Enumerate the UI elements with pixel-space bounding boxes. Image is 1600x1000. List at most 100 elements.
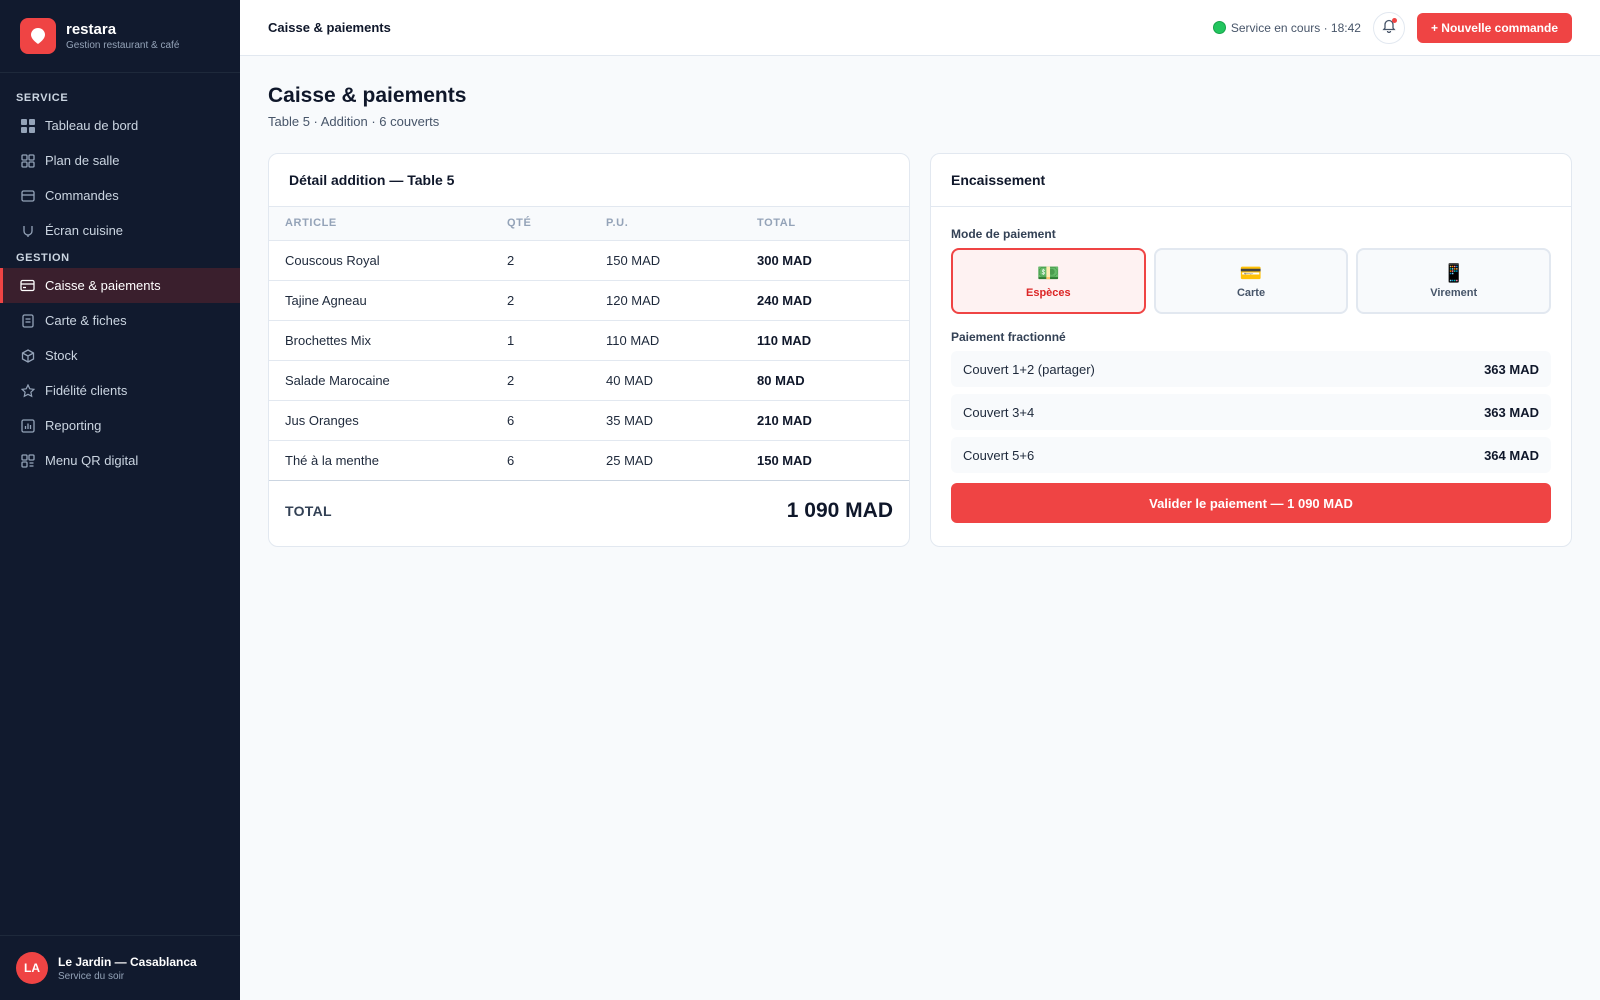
bill-table-header: ARTICLE QTÉ P.U. TOTAL bbox=[269, 207, 909, 241]
chart-icon bbox=[20, 418, 35, 433]
layout-icon bbox=[20, 153, 35, 168]
sidebar-item-label: Tableau de bord bbox=[45, 118, 139, 133]
sidebar-item-label: Stock bbox=[45, 348, 78, 363]
article-cell: Jus Oranges bbox=[269, 400, 507, 441]
validate-payment-button[interactable]: Valider le paiement — 1 090 MAD bbox=[951, 483, 1551, 523]
split-amount: 363 MAD bbox=[1484, 404, 1539, 420]
mobile-phone-icon: 📱 bbox=[1442, 263, 1465, 283]
sidebar-item-menu-qr-digital[interactable]: Menu QR digital bbox=[0, 443, 240, 478]
column-header-article: ARTICLE bbox=[269, 207, 507, 241]
sidebar-item-label: Commandes bbox=[45, 188, 119, 203]
topbar-title: Caisse & paiements bbox=[268, 20, 391, 35]
unit-price-cell: 40 MAD bbox=[606, 360, 757, 401]
sidebar-item-plan-de-salle[interactable]: Plan de salle bbox=[0, 143, 240, 178]
table-row[interactable]: Jus Oranges 6 35 MAD 210 MAD bbox=[269, 400, 909, 441]
sidebar-item-label: Écran cuisine bbox=[45, 223, 124, 238]
sidebar-item-ecran-cuisine[interactable]: Écran cuisine bbox=[0, 213, 240, 248]
unit-price-cell: 35 MAD bbox=[606, 400, 757, 441]
sidebar-item-carte-fiches[interactable]: Carte & fiches bbox=[0, 303, 240, 338]
avatar: LA bbox=[16, 952, 48, 984]
table-row[interactable]: Couscous Royal 2 150 MAD 300 MAD bbox=[269, 240, 909, 281]
pot-icon bbox=[20, 223, 35, 238]
sidebar-item-tableau-de-bord[interactable]: Tableau de bord bbox=[0, 108, 240, 143]
restaurant-name: Le Jardin — Casablanca bbox=[58, 954, 197, 969]
sidebar-item-label: Fidélité clients bbox=[45, 383, 128, 398]
payment-mode-label: Carte bbox=[1236, 287, 1266, 299]
split-row[interactable]: Couvert 5+6 364 MAD bbox=[951, 437, 1551, 473]
bill-total-label: TOTAL bbox=[285, 502, 332, 519]
credit-card-icon: 💳 bbox=[1239, 263, 1263, 283]
restaurant-switcher[interactable]: LA Le Jardin — Casablanca Service du soi… bbox=[0, 935, 240, 1000]
payment-mode-especes[interactable]: 💵 Espèces bbox=[951, 248, 1146, 314]
split-row[interactable]: Couvert 1+2 (partager) 363 MAD bbox=[951, 351, 1551, 387]
split-amount: 364 MAD bbox=[1484, 447, 1539, 463]
sidebar: restara Gestion restaurant & café SERVIC… bbox=[0, 0, 240, 1000]
qty-cell: 2 bbox=[507, 360, 606, 401]
unit-price-cell: 120 MAD bbox=[606, 280, 757, 321]
page-title: Caisse & paiements bbox=[268, 84, 467, 107]
table-row[interactable]: Brochettes Mix 1 110 MAD 110 MAD bbox=[269, 320, 909, 361]
sidebar-item-caisse-paiements[interactable]: Caisse & paiements bbox=[0, 268, 240, 303]
column-header-total: TOTAL bbox=[757, 207, 909, 241]
bill-total-row: TOTAL 1 090 MAD bbox=[269, 480, 909, 540]
line-total-cell: 150 MAD bbox=[757, 452, 812, 468]
unit-price-cell: 150 MAD bbox=[606, 240, 757, 281]
notifications-button[interactable] bbox=[1372, 11, 1405, 44]
inbox-icon bbox=[20, 188, 35, 203]
grid-icon bbox=[20, 118, 35, 133]
split-row[interactable]: Couvert 3+4 363 MAD bbox=[951, 394, 1551, 430]
qty-cell: 6 bbox=[507, 400, 606, 441]
document-icon bbox=[20, 313, 35, 328]
payment-mode-group: 💵 Espèces 💳 Carte 📱 Virement bbox=[951, 248, 1552, 314]
table-row[interactable]: Tajine Agneau 2 120 MAD 240 MAD bbox=[269, 280, 909, 321]
article-cell: Brochettes Mix bbox=[269, 320, 507, 361]
sidebar-item-reporting[interactable]: Reporting bbox=[0, 408, 240, 443]
nav-section-gestion: GESTION bbox=[16, 252, 70, 264]
article-cell: Couscous Royal bbox=[269, 240, 507, 281]
payment-mode-carte[interactable]: 💳 Carte bbox=[1153, 248, 1349, 314]
article-cell: Thé à la menthe bbox=[285, 452, 379, 468]
payment-mode-label: Virement bbox=[1430, 287, 1478, 299]
line-total-cell: 110 MAD bbox=[757, 320, 909, 361]
sidebar-item-fidelite-clients[interactable]: Fidélité clients bbox=[0, 373, 240, 408]
sidebar-item-label: Caisse & paiements bbox=[45, 278, 161, 293]
sidebar-item-label: Carte & fiches bbox=[45, 313, 127, 328]
payment-card-title: Encaissement bbox=[931, 154, 1571, 207]
unit-price-cell: 110 MAD bbox=[606, 320, 757, 361]
page-subtitle: Table 5 · Addition · 6 couverts bbox=[268, 114, 440, 129]
split-amount: 363 MAD bbox=[1484, 361, 1539, 377]
service-status: Service en cours · 18:42 bbox=[1212, 21, 1361, 35]
sidebar-item-label: Plan de salle bbox=[45, 153, 120, 168]
brand-tagline: Gestion restaurant & café bbox=[66, 40, 180, 51]
payment-mode-label: Mode de paiement bbox=[951, 227, 1056, 241]
box-icon bbox=[20, 348, 35, 363]
payment-card: Encaissement Mode de paiement 💵 Espèces … bbox=[930, 153, 1572, 547]
bill-card: Détail addition — Table 5 ARTICLE QTÉ P.… bbox=[268, 153, 910, 547]
line-total-cell: 240 MAD bbox=[757, 280, 909, 321]
line-total-cell: 300 MAD bbox=[757, 240, 909, 281]
status-dot-icon bbox=[1212, 21, 1226, 34]
line-total-cell: 210 MAD bbox=[757, 400, 909, 441]
split-label: Couvert 3+4 bbox=[963, 404, 1035, 420]
payment-mode-label: Espèces bbox=[1026, 287, 1071, 299]
bill-total-value: 1 090 MAD bbox=[786, 498, 893, 522]
sidebar-item-stock[interactable]: Stock bbox=[0, 338, 240, 373]
sidebar-item-commandes[interactable]: Commandes bbox=[0, 178, 240, 213]
article-cell: Salade Marocaine bbox=[269, 360, 507, 401]
new-order-button[interactable]: + Nouvelle commande bbox=[1416, 12, 1572, 43]
payment-mode-virement[interactable]: 📱 Virement bbox=[1356, 248, 1552, 314]
qr-icon bbox=[20, 453, 35, 468]
topbar: Caisse & paiements Service en cours · 18… bbox=[240, 0, 1600, 56]
table-row[interactable]: Salade Marocaine 2 40 MAD 80 MAD bbox=[269, 360, 909, 401]
star-icon bbox=[20, 383, 35, 398]
qty-cell: 2 bbox=[507, 240, 606, 281]
restaurant-service: Service du soir bbox=[58, 970, 125, 982]
article-cell: Tajine Agneau bbox=[269, 280, 507, 321]
main-content: Caisse & paiements Table 5 · Addition · … bbox=[240, 56, 1600, 547]
line-total-cell: 80 MAD bbox=[757, 360, 909, 401]
table-row[interactable]: Thé à la menthe 6 25 MAD 150 MAD bbox=[269, 440, 909, 480]
qty-cell: 2 bbox=[507, 280, 606, 321]
bill-table: ARTICLE QTÉ P.U. TOTAL Couscous Royal 2 … bbox=[269, 207, 909, 480]
brand[interactable]: restara Gestion restaurant & café bbox=[0, 0, 240, 73]
column-header-qty: QTÉ bbox=[507, 207, 606, 241]
